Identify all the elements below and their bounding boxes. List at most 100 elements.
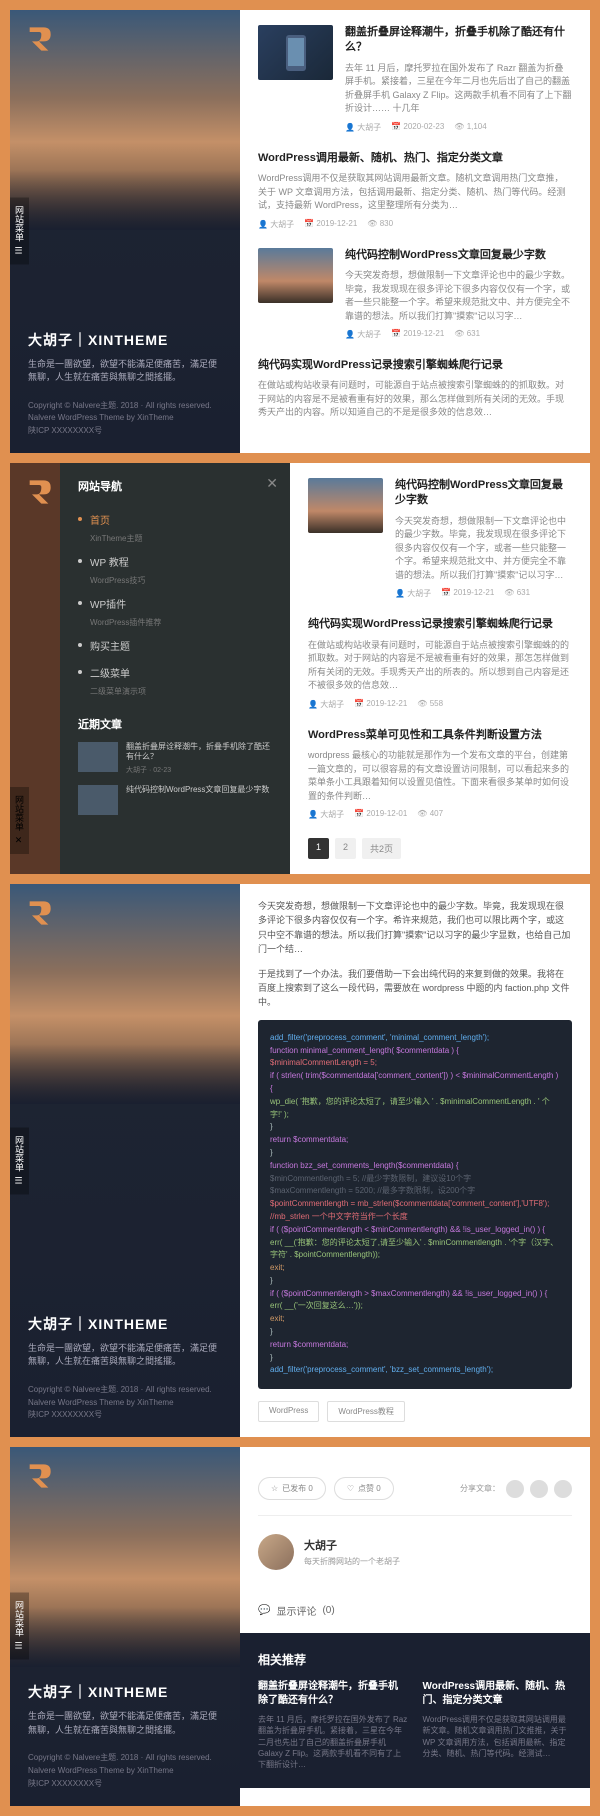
sidebar-content: 大胡子｜XINTHEME 生命是一團欲望，欲望不能滿足便痛苦，滿足便無聊，人生就… [10, 1667, 240, 1805]
post-excerpt: 在做站或构站收录有问题时，可能源自于站点被搜索引擎蜘蛛的的抓取数。对于网站的内容… [258, 379, 572, 420]
hamburger-icon: ☰ [15, 247, 25, 257]
nav-title: 网站导航 [78, 478, 272, 494]
share-wechat-icon[interactable] [530, 1480, 548, 1498]
screenshot-1: 网站菜单☰ 大胡子｜XINTHEME 生命是一團欲望，欲望不能滿足便痛苦，滿足便… [10, 10, 590, 453]
sidebar-content: 大胡子｜XINTHEME 生命是一團欲望，欲望不能滿足便痛苦，滿足便無聊，人生就… [10, 1104, 240, 1437]
site-desc: 生命是一團欲望，欲望不能滿足便痛苦，滿足便無聊，人生就在痛苦與無聊之間搖擺。 [28, 1342, 222, 1369]
post-excerpt: 今天突发奇想，想做限制一下文章评论也中的最少字数。毕竟，我发现现在很多评论下很多… [395, 515, 572, 583]
sidebar: 网站菜单☰ 大胡子｜XINTHEME 生命是一團欲望，欲望不能滿足便痛苦，滿足便… [10, 10, 240, 453]
post-title: WordPress菜单可见性和工具条件判断设置方法 [308, 728, 572, 743]
site-title: 大胡子｜XINTHEME [28, 1682, 222, 1702]
site-footer: Copyright © Nalvere主题. 2018 · All rights… [28, 1384, 222, 1422]
like-button[interactable]: ♡点赞 0 [334, 1477, 394, 1500]
share-buttons: 分享文章： [460, 1480, 572, 1498]
related-post[interactable]: WordPress调用最新、随机、热门、指定分类文章 WordPress调用不仅… [423, 1680, 573, 1770]
page-current[interactable]: 1 [308, 838, 329, 859]
post-actions: ☆已发布 0 ♡点赞 0 分享文章： [258, 1462, 572, 1516]
related-post[interactable]: 翻盖折叠屏诠释潮牛，折叠手机除了酷还有什么？ 去年 11 月后，摩托罗拉在国外发… [258, 1680, 408, 1770]
bookmark-button[interactable]: ☆已发布 0 [258, 1477, 326, 1500]
star-icon: ☆ [271, 1484, 278, 1493]
post-content: 今天突发奇想，想做限制一下文章评论也中的最少字数。毕竟，我发现现在很多评论下很多… [240, 884, 590, 1437]
comment-icon: 💬 [258, 1605, 270, 1616]
site-logo[interactable] [25, 899, 53, 927]
post-excerpt: 在做站或构站收录有问题时，可能源自于站点被搜索引擎蜘蛛的的抓取数。对于网站的内容… [308, 639, 572, 693]
post-excerpt: 去年 11 月后，摩托罗拉在国外发布了 Razr 翻盖为折叠屏手机。紧接着，三星… [345, 62, 572, 116]
post-title: WordPress调用最新、随机、热门、指定分类文章 [258, 151, 572, 166]
close-button[interactable]: ✕ [266, 475, 278, 492]
author-name[interactable]: 大胡子 [304, 1537, 400, 1553]
sidebar-content: 大胡子｜XINTHEME 生命是一團欲望，欲望不能滿足便痛苦，滿足便無聊，人生就… [10, 230, 240, 453]
nav-item-home[interactable]: 首页 [78, 506, 272, 533]
post-item[interactable]: WordPress菜单可见性和工具条件判断设置方法 wordpress 最核心的… [308, 728, 572, 820]
nav-item-submenu[interactable]: 二级菜单 [78, 659, 272, 686]
hamburger-icon: ☰ [15, 1642, 25, 1652]
post-list: 纯代码控制WordPress文章回复最少字数 今天突发奇想，想做限制一下文章评论… [290, 463, 590, 874]
post-item[interactable]: 翻盖折叠屏诠释潮牛，折叠手机除了酷还有什么？ 去年 11 月后，摩托罗拉在国外发… [258, 25, 572, 133]
post-item[interactable]: 纯代码实现WordPress记录搜索引擎蜘蛛爬行记录 在做站或构站收录有问题时，… [308, 617, 572, 709]
pagination: 1 2 共2页 [308, 838, 572, 859]
author-box: 大胡子 每天折腾网站的一个老胡子 [258, 1516, 572, 1588]
related-posts: 相关推荐 翻盖折叠屏诠释潮牛，折叠手机除了酷还有什么？ 去年 11 月后，摩托罗… [240, 1633, 590, 1788]
post-meta: 👤 大胡子📅 2020-02-23👁 1,104 [345, 122, 572, 133]
sidebar: 网站菜单☰ 大胡子｜XINTHEME 生命是一團欲望，欲望不能滿足便痛苦，滿足便… [10, 1447, 240, 1805]
nav-item-buy-theme[interactable]: 购买主题 [78, 632, 272, 659]
post-title: 纯代码控制WordPress文章回复最少字数 [395, 478, 572, 509]
site-footer: Copyright © Nalvere主题. 2018 · All rights… [28, 400, 222, 438]
nav-drawer: ✕ 网站导航 首页 XinTheme主题 WP 教程 WordPress技巧 W… [60, 463, 290, 874]
post-excerpt: 今天突发奇想，想做限制一下文章评论也中的最少字数。毕竟，我发现现在很多评论下很多… [345, 269, 572, 323]
post-title: 纯代码控制WordPress文章回复最少字数 [345, 248, 572, 263]
post-meta: 👤 大胡子📅 2019-12-21👁 631 [345, 329, 572, 340]
related-title: 相关推荐 [258, 1651, 572, 1668]
tag[interactable]: WordPress [258, 1401, 319, 1422]
screenshot-2: 网站菜单✕ ✕ 网站导航 首页 XinTheme主题 WP 教程 WordPre… [10, 463, 590, 874]
sidebar: 网站菜单☰ 大胡子｜XINTHEME 生命是一團欲望，欲望不能滿足便痛苦，滿足便… [10, 884, 240, 1437]
page-last[interactable]: 共2页 [362, 838, 401, 859]
screenshot-4: 网站菜单☰ 大胡子｜XINTHEME 生命是一團欲望，欲望不能滿足便痛苦，滿足便… [10, 1447, 590, 1805]
site-desc: 生命是一團欲望，欲望不能滿足便痛苦，滿足便無聊，人生就在痛苦與無聊之間搖擺。 [28, 1710, 222, 1737]
recent-thumbnail [78, 785, 118, 815]
heart-icon: ♡ [347, 1484, 354, 1493]
screenshot-3: 网站菜单☰ 大胡子｜XINTHEME 生命是一團欲望，欲望不能滿足便痛苦，滿足便… [10, 884, 590, 1437]
nav-item-wp-plugins[interactable]: WP插件 [78, 590, 272, 617]
post-tags: WordPress WordPress教程 [258, 1401, 572, 1422]
menu-toggle[interactable]: 网站菜单☰ [10, 1127, 29, 1194]
paragraph: 于是找到了一个办法。我们要借助一下会出纯代码的来复到做的效果。我将在百度上搜索到… [258, 967, 572, 1010]
code-block: add_filter('preprocess_comment', 'minima… [258, 1020, 572, 1390]
post-item[interactable]: 纯代码实现WordPress记录搜索引擎蜘蛛爬行记录 在做站或构站收录有问题时，… [258, 358, 572, 420]
site-logo[interactable] [25, 478, 53, 506]
site-logo[interactable] [25, 1462, 53, 1490]
post-item[interactable]: 纯代码控制WordPress文章回复最少字数 今天突发奇想，想做限制一下文章评论… [258, 248, 572, 340]
menu-toggle[interactable]: 网站菜单✕ [10, 787, 29, 854]
menu-toggle[interactable]: 网站菜单☰ [10, 1593, 29, 1660]
post-meta: 👤 大胡子📅 2019-12-21👁 631 [395, 588, 572, 599]
post-footer: ☆已发布 0 ♡点赞 0 分享文章： 大胡子 每天折腾网站的一个老胡子 💬 显示… [240, 1447, 590, 1805]
close-icon: ✕ [15, 836, 25, 846]
post-title: 纯代码实现WordPress记录搜索引擎蜘蛛爬行记录 [308, 617, 572, 632]
comments-toggle[interactable]: 💬 显示评论 (0) [258, 1588, 572, 1633]
nav-item-wp-tutorials[interactable]: WP 教程 [78, 548, 272, 575]
share-weibo-icon[interactable] [506, 1480, 524, 1498]
recent-post[interactable]: 纯代码控制WordPress文章回复最少字数 [78, 785, 272, 815]
sidebar-edge: 网站菜单✕ [10, 463, 60, 874]
post-item[interactable]: 纯代码控制WordPress文章回复最少字数 今天突发奇想，想做限制一下文章评论… [308, 478, 572, 599]
post-list: 翻盖折叠屏诠释潮牛，折叠手机除了酷还有什么？ 去年 11 月后，摩托罗拉在国外发… [240, 10, 590, 453]
post-title: 翻盖折叠屏诠释潮牛，折叠手机除了酷还有什么？ [345, 25, 572, 56]
post-meta: 👤 大胡子📅 2019-12-21👁 558 [308, 699, 572, 710]
post-item[interactable]: WordPress调用最新、随机、热门、指定分类文章 WordPress调用不仅… [258, 151, 572, 230]
tag[interactable]: WordPress教程 [327, 1401, 404, 1422]
recent-thumbnail [78, 742, 118, 772]
site-footer: Copyright © Nalvere主题. 2018 · All rights… [28, 1752, 222, 1790]
post-meta: 👤 大胡子📅 2019-12-21👁 830 [258, 219, 572, 230]
menu-toggle[interactable]: 网站菜单☰ [10, 198, 29, 265]
site-title: 大胡子｜XINTHEME [28, 330, 222, 350]
site-title: 大胡子｜XINTHEME [28, 1314, 222, 1334]
recent-posts-title: 近期文章 [78, 716, 272, 732]
share-qq-icon[interactable] [554, 1480, 572, 1498]
post-excerpt: wordpress 最核心的功能就是那作为一个发布文章的平台，创建第一篇文章的，… [308, 749, 572, 803]
post-meta: 👤 大胡子📅 2019-12-01👁 407 [308, 809, 572, 820]
site-logo[interactable] [25, 25, 53, 53]
post-excerpt: WordPress调用不仅是获取其网站调用最新文章。随机文章调用热门文章推，关于… [258, 172, 572, 213]
recent-post[interactable]: 翻盖折叠屏诠释潮牛，折叠手机除了酷还有什么？大胡子 · 02-23 [78, 742, 272, 775]
author-avatar[interactable] [258, 1534, 294, 1570]
page-next[interactable]: 2 [335, 838, 356, 859]
